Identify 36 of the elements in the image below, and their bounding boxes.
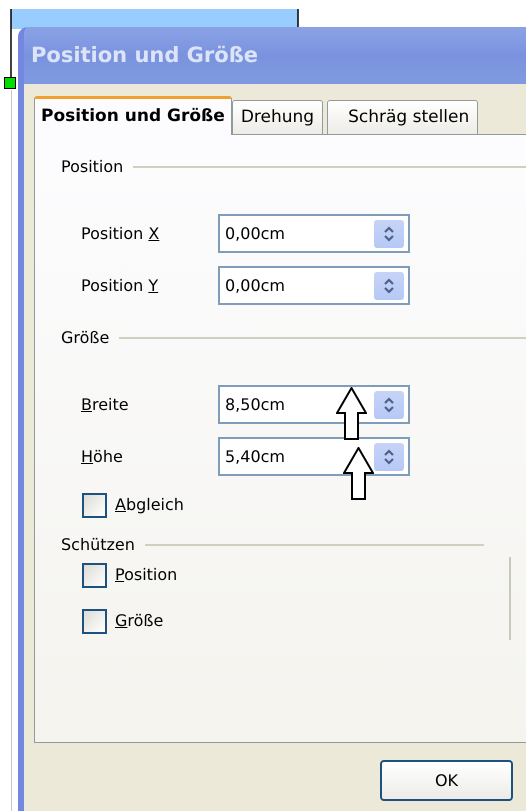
field-value: 0,00cm	[225, 222, 286, 244]
up-arrow-icon	[343, 447, 374, 500]
checkbox[interactable]	[82, 492, 107, 518]
spin-field[interactable]: 0,00cm	[218, 266, 410, 305]
up-down-arrows-icon	[383, 276, 395, 294]
checkbox-label: Abgleich	[115, 494, 184, 516]
field-label: Höhe	[80, 446, 124, 468]
spin-button[interactable]	[374, 220, 404, 248]
spin-field[interactable]: 5,40cm	[218, 437, 410, 476]
up-down-arrows-icon	[383, 396, 395, 414]
window-title: Position und Größe	[31, 42, 258, 69]
checkbox-label: Position	[115, 564, 178, 586]
field-label: Breite	[80, 394, 130, 416]
field-value: 5,40cm	[225, 446, 286, 468]
spin-field[interactable]: 8,50cm	[218, 385, 410, 424]
up-down-arrows-icon	[383, 224, 395, 242]
tab[interactable]: Position und Größe	[34, 96, 232, 135]
checkbox[interactable]	[82, 562, 107, 588]
checkbox[interactable]	[82, 608, 107, 634]
ok-button[interactable]: OK	[380, 760, 513, 801]
group-label: Position	[61, 156, 124, 178]
spin-button[interactable]	[374, 272, 404, 300]
field-label: Position X	[80, 222, 160, 244]
tab[interactable]: Drehung	[232, 100, 324, 134]
field-value: 8,50cm	[225, 394, 286, 416]
up-arrow-icon	[336, 387, 367, 440]
spin-button[interactable]	[374, 390, 404, 418]
checkbox-label: Größe	[115, 610, 164, 632]
field-value: 0,00cm	[225, 274, 286, 296]
field-label: Position Y	[80, 274, 160, 296]
up-down-arrows-icon	[383, 448, 395, 466]
tab[interactable]: Schräg stellen	[327, 100, 478, 134]
spin-button[interactable]	[374, 442, 404, 470]
group-label: Größe	[61, 327, 110, 349]
spin-field[interactable]: 0,00cm	[218, 214, 410, 253]
group-label: Schützen	[61, 534, 136, 556]
